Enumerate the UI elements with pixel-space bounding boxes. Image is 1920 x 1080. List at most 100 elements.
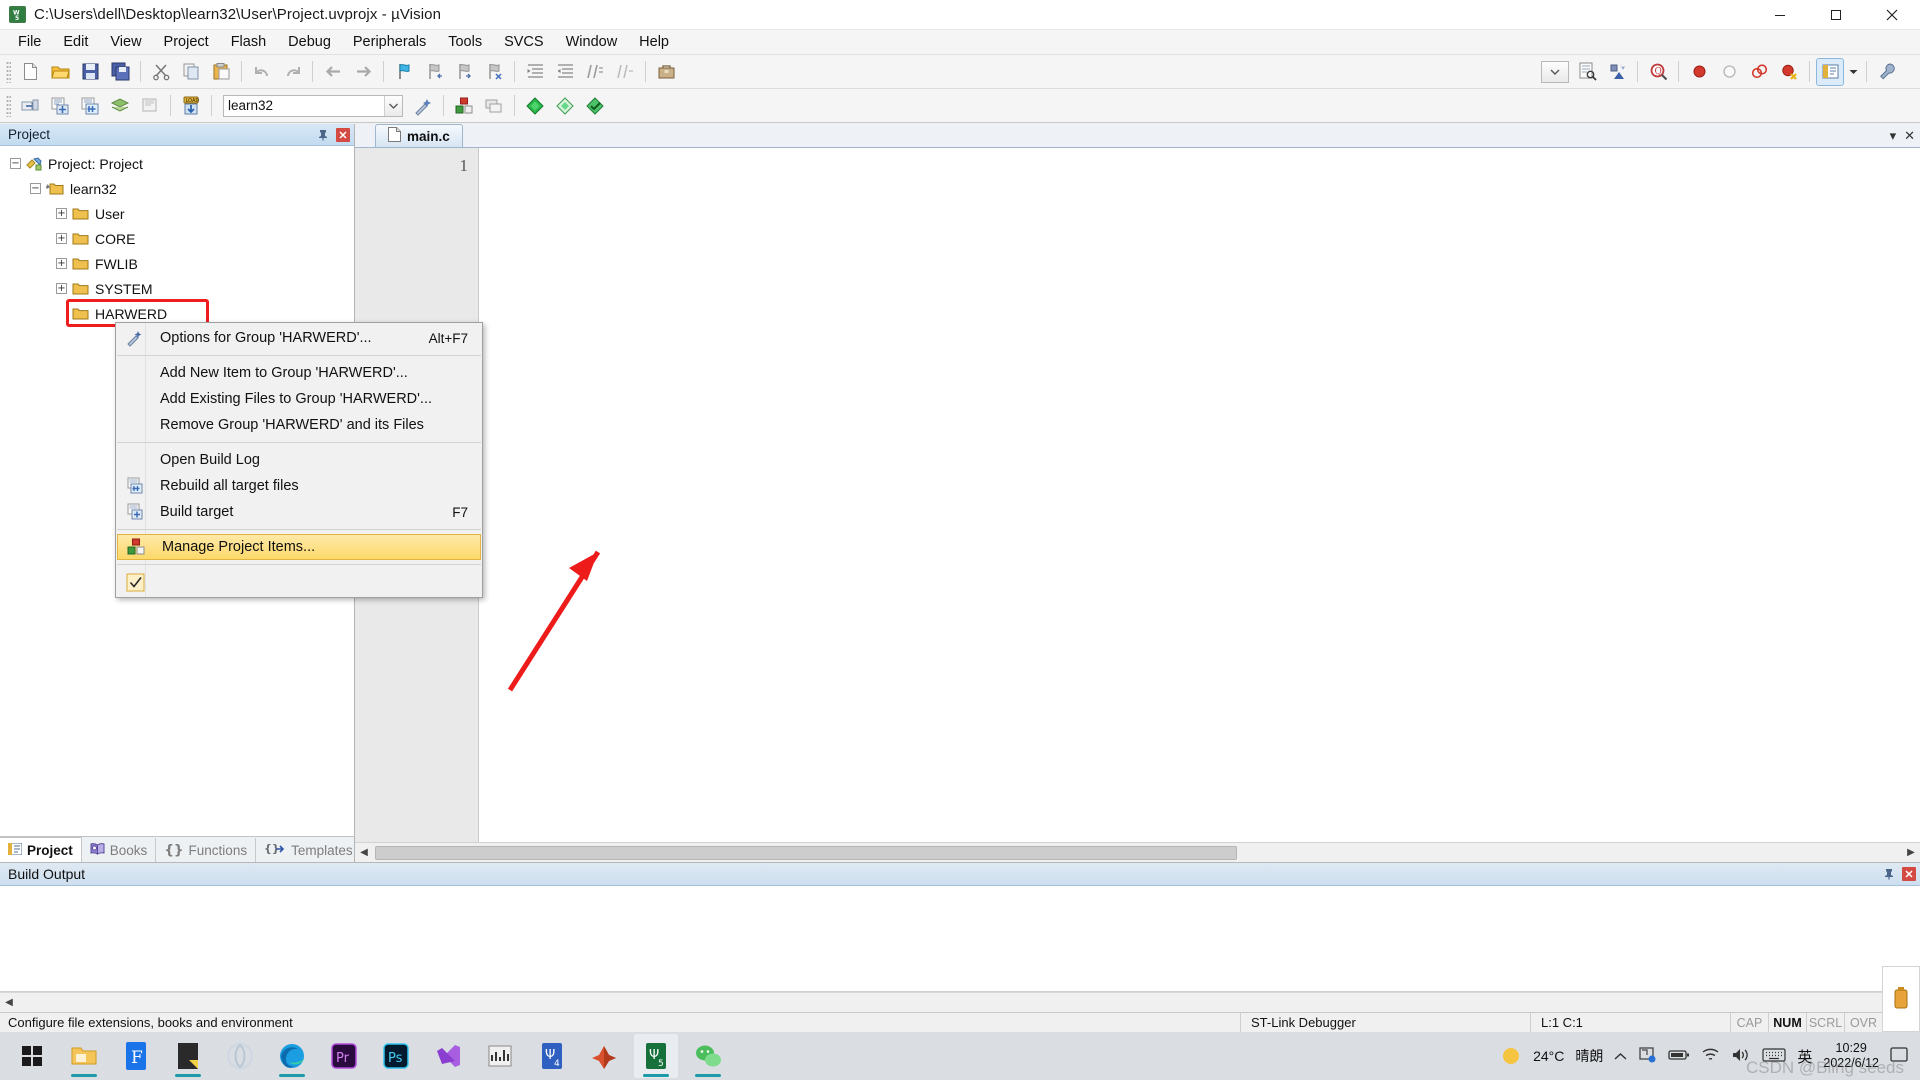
tab-templates[interactable]: {} Templates	[256, 838, 362, 862]
menu-remove-group[interactable]: Remove Group 'HARWERD' and its Files	[116, 412, 482, 438]
comment-icon[interactable]	[581, 58, 609, 86]
start-button[interactable]	[10, 1034, 54, 1078]
onedrive-icon[interactable]	[1638, 1046, 1657, 1066]
menu-debug[interactable]: Debug	[277, 30, 342, 54]
tree-node-fwlib[interactable]: + FWLIB	[0, 251, 354, 276]
wrench-icon[interactable]	[1873, 58, 1901, 86]
notepad-app[interactable]	[166, 1034, 210, 1078]
chevron-down-icon[interactable]	[1846, 58, 1860, 86]
minimize-button[interactable]	[1752, 0, 1808, 30]
audio-app[interactable]	[478, 1034, 522, 1078]
editor-code[interactable]	[479, 148, 1920, 842]
new-file-icon[interactable]	[16, 58, 44, 86]
green-diamond-icon[interactable]	[521, 92, 549, 120]
tab-books[interactable]: Books	[82, 838, 157, 862]
arrow-left-icon[interactable]	[319, 58, 347, 86]
weather-temperature[interactable]: 24°C	[1533, 1048, 1564, 1064]
undo-icon[interactable]	[248, 58, 276, 86]
save-all-icon[interactable]	[106, 58, 134, 86]
expander-plus-icon[interactable]: +	[56, 283, 67, 294]
editor-minimize-button[interactable]: ▾	[1890, 128, 1897, 144]
pin-icon[interactable]	[314, 126, 331, 143]
maximize-button[interactable]	[1808, 0, 1864, 30]
ime-english-icon[interactable]: 英	[1797, 1046, 1812, 1067]
matlab[interactable]	[582, 1034, 626, 1078]
scrollbar-thumb[interactable]	[375, 845, 1237, 860]
breakpoints-disable-icon[interactable]	[1745, 58, 1773, 86]
tree-node-user[interactable]: + User	[0, 201, 354, 226]
tree-node-learn32[interactable]: − learn32	[0, 176, 354, 201]
build-output-scrollbar[interactable]: ◀ ▶	[0, 992, 1920, 1012]
chevron-up-icon[interactable]	[1614, 1048, 1627, 1064]
tab-project[interactable]: Project	[0, 837, 82, 863]
chevron-down-icon[interactable]	[384, 95, 402, 116]
menu-window[interactable]: Window	[555, 30, 629, 54]
tree-node-project[interactable]: − Project: Project	[0, 151, 354, 176]
toolbar-grip[interactable]	[6, 60, 11, 83]
breakpoints-kill-icon[interactable]	[1775, 58, 1803, 86]
keil-uvision4[interactable]: Ψ4	[530, 1034, 574, 1078]
menu-flash[interactable]: Flash	[220, 30, 277, 54]
foxit-reader[interactable]: F	[114, 1034, 158, 1078]
premiere-pro[interactable]: Pr	[322, 1034, 366, 1078]
menu-add-existing-files[interactable]: Add Existing Files to Group 'HARWERD'...	[116, 386, 482, 412]
menu-show-include-file-dependencies[interactable]	[116, 569, 482, 595]
wps-app[interactable]	[218, 1034, 262, 1078]
close-icon[interactable]	[1900, 866, 1917, 883]
editor-body[interactable]: 1	[355, 148, 1920, 842]
bookmark-clear-icon[interactable]	[480, 58, 508, 86]
indent-icon[interactable]	[521, 58, 549, 86]
toolbox-icon[interactable]	[652, 58, 680, 86]
copy-icon[interactable]	[177, 58, 205, 86]
expander-minus-icon[interactable]: −	[30, 183, 41, 194]
file-explorer[interactable]	[62, 1034, 106, 1078]
menu-view[interactable]: View	[99, 30, 152, 54]
menu-project[interactable]: Project	[153, 30, 220, 54]
expander-plus-icon[interactable]: +	[56, 233, 67, 244]
scissors-icon[interactable]	[147, 58, 175, 86]
menu-rebuild-all-target-files[interactable]: Rebuild all target files	[116, 473, 482, 499]
manage-components-icon[interactable]	[450, 92, 478, 120]
speaker-icon[interactable]	[1731, 1047, 1751, 1066]
light-diamond-icon[interactable]	[551, 92, 579, 120]
redo-icon[interactable]	[278, 58, 306, 86]
bookmark-prev-icon[interactable]	[420, 58, 448, 86]
battery-icon[interactable]	[1668, 1048, 1690, 1064]
project-window-icon[interactable]	[1816, 57, 1844, 86]
tree-node-core[interactable]: + CORE	[0, 226, 354, 251]
multi-project-icon[interactable]	[480, 92, 508, 120]
weather-condition[interactable]: 晴朗	[1575, 1046, 1603, 1066]
menu-tools[interactable]: Tools	[437, 30, 493, 54]
magic-wand-icon[interactable]	[409, 92, 437, 120]
scroll-left-icon[interactable]: ◀	[355, 844, 373, 862]
rte-icon[interactable]	[581, 92, 609, 120]
build-icon[interactable]	[46, 92, 74, 120]
find-next-icon[interactable]	[1603, 58, 1631, 86]
open-folder-icon[interactable]	[46, 58, 74, 86]
save-icon[interactable]	[76, 58, 104, 86]
pin-icon[interactable]	[1880, 866, 1897, 883]
menu-svcs[interactable]: SVCS	[493, 30, 555, 54]
arrow-right-icon[interactable]	[349, 58, 377, 86]
bookmark-next-icon[interactable]	[450, 58, 478, 86]
menu-edit[interactable]: Edit	[52, 30, 99, 54]
keil-uvision5[interactable]: Ψ5	[634, 1034, 678, 1078]
editor-close-button[interactable]: ✕	[1904, 128, 1915, 144]
bookmark-icon[interactable]	[390, 58, 418, 86]
outdent-icon[interactable]	[551, 58, 579, 86]
notification-icon[interactable]	[1890, 1046, 1908, 1066]
menu-manage-project-items[interactable]: Manage Project Items...	[117, 534, 481, 560]
editor-tab-main-c[interactable]: main.c	[375, 124, 463, 147]
find-files-icon[interactable]	[1573, 58, 1601, 86]
taskbar-clock[interactable]: 10:29 2022/6/12	[1823, 1041, 1879, 1071]
menu-add-new-item[interactable]: Add New Item to Group 'HARWERD'...	[116, 360, 482, 386]
scroll-right-icon[interactable]: ▶	[1902, 844, 1920, 862]
tab-functions[interactable]: {} Functions	[156, 838, 257, 862]
scroll-left-icon[interactable]: ◀	[0, 994, 18, 1012]
photoshop[interactable]: Ps	[374, 1034, 418, 1078]
expander-plus-icon[interactable]: +	[56, 258, 67, 269]
batch-build-icon[interactable]	[106, 92, 134, 120]
stop-build-icon[interactable]	[136, 92, 164, 120]
expander-plus-icon[interactable]: +	[56, 208, 67, 219]
breakpoint-hollow-icon[interactable]	[1715, 58, 1743, 86]
